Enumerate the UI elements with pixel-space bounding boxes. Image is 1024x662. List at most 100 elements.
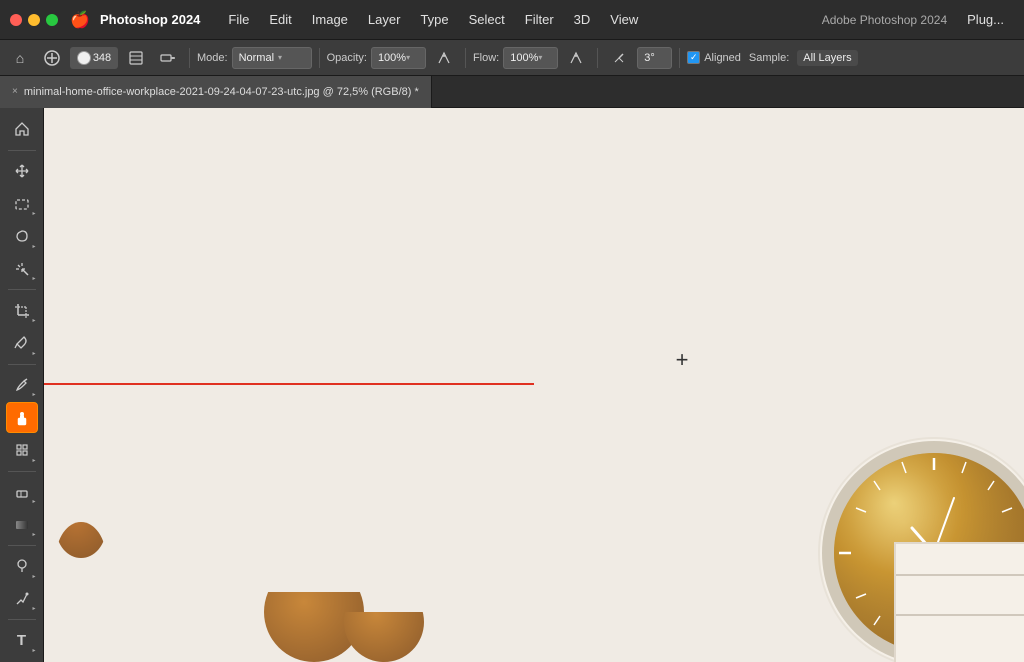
toolbar-separator-0 — [8, 150, 36, 151]
text-tool-icon: T — [17, 632, 26, 649]
flow-arrow-icon: ▾ — [538, 53, 542, 62]
aligned-label: Aligned — [704, 52, 741, 64]
flow-label: Flow: — [473, 52, 499, 64]
document-tab[interactable]: × minimal-home-office-workplace-2021-09-… — [0, 76, 432, 108]
menu-plugins[interactable]: Plug... — [957, 8, 1014, 31]
brush-tool-button[interactable]: ▸ — [6, 370, 38, 401]
sample-label: Sample: — [749, 52, 789, 64]
separator-1 — [189, 48, 190, 68]
shelf-2 — [896, 614, 1024, 616]
opacity-value: 100% — [378, 52, 406, 64]
crosshair-cursor — [672, 350, 692, 370]
toolbar-separator-2 — [8, 364, 36, 365]
apple-logo-icon[interactable]: 🍎 — [70, 10, 90, 30]
brush-settings-icon[interactable] — [122, 44, 150, 72]
cork-dot-left — [56, 498, 106, 558]
airbrush-icon[interactable] — [154, 44, 182, 72]
gradient-tool-button[interactable]: ▸ — [6, 509, 38, 540]
menu-bar: 🍎 Photoshop 2024 File Edit Image Layer T… — [0, 0, 1024, 40]
menu-filter[interactable]: Filter — [515, 8, 564, 31]
angle-value: 3° — [644, 52, 655, 64]
aligned-checkbox[interactable]: ✓ — [687, 51, 700, 64]
separator-5 — [679, 48, 680, 68]
mode-dropdown-arrow-icon: ▾ — [278, 53, 282, 62]
menu-file[interactable]: File — [218, 8, 259, 31]
tool-arrow-icon-9: ▸ — [32, 531, 35, 538]
canvas-image — [44, 108, 1024, 662]
toolbar: ▸ ▸ ▸ — [0, 108, 44, 662]
furniture-sim — [894, 542, 1024, 662]
toolbar-separator-4 — [8, 545, 36, 546]
tab-close-icon[interactable]: × — [12, 86, 18, 97]
brush-size-picker[interactable]: 348 — [70, 47, 118, 69]
tab-bar: × minimal-home-office-workplace-2021-09-… — [0, 76, 1024, 108]
brush-size-value: 348 — [93, 52, 111, 64]
cork-circle-small — [344, 612, 424, 662]
tool-arrow-icon-11: ▸ — [32, 605, 35, 612]
home-button[interactable]: ⌂ — [6, 44, 34, 72]
shelf-1 — [896, 574, 1024, 576]
all-layers-dropdown[interactable]: All Layers — [797, 50, 857, 66]
flow-input[interactable]: 100% ▾ — [503, 47, 558, 69]
close-button[interactable] — [10, 14, 22, 26]
tool-arrow-icon-6: ▸ — [32, 391, 35, 398]
brush-preview — [77, 51, 91, 65]
menu-image[interactable]: Image — [302, 8, 358, 31]
clone-stamp-line — [44, 383, 534, 385]
tool-arrow-icon-5: ▸ — [32, 350, 35, 357]
home-tool-button[interactable] — [6, 114, 38, 145]
separator-2 — [319, 48, 320, 68]
menu-view[interactable]: View — [600, 8, 648, 31]
lasso-tool-button[interactable]: ▸ — [6, 221, 38, 252]
traffic-lights — [10, 14, 58, 26]
tool-arrow-icon-12: ▸ — [32, 647, 35, 654]
clone-stamp-tool-button[interactable] — [6, 402, 38, 433]
tool-arrow-icon-3: ▸ — [32, 275, 35, 282]
menu-edit[interactable]: Edit — [259, 8, 301, 31]
minimize-button[interactable] — [28, 14, 40, 26]
toolbar-separator-3 — [8, 471, 36, 472]
toolbar-separator-1 — [8, 289, 36, 290]
toolbar-separator-5 — [8, 619, 36, 620]
angle-input[interactable]: 3° — [637, 47, 672, 69]
opacity-arrow-icon: ▾ — [406, 53, 410, 62]
checkmark-icon: ✓ — [690, 52, 698, 63]
dodge-tool-button[interactable]: ▸ — [6, 551, 38, 582]
maximize-button[interactable] — [46, 14, 58, 26]
mode-dropdown[interactable]: Normal ▾ — [232, 47, 312, 69]
magic-wand-tool-button[interactable]: ▸ — [6, 254, 38, 285]
tool-arrow-icon: ▸ — [32, 210, 35, 217]
pressure-flow-icon[interactable] — [562, 44, 590, 72]
tool-arrow-icon-8: ▸ — [32, 498, 35, 505]
app-name: Photoshop 2024 — [100, 12, 200, 27]
clone-stamp-options-icon — [38, 44, 66, 72]
separator-3 — [465, 48, 466, 68]
mode-value: Normal — [239, 52, 274, 64]
text-tool-button[interactable]: T ▸ — [6, 625, 38, 656]
opacity-input[interactable]: 100% ▾ — [371, 47, 426, 69]
adobe-ps-label: Adobe Photoshop 2024 — [822, 13, 947, 27]
tool-arrow-icon-4: ▸ — [32, 317, 35, 324]
tab-title: minimal-home-office-workplace-2021-09-24… — [24, 86, 419, 98]
eraser-tool-button[interactable]: ▸ — [6, 477, 38, 508]
canvas-area[interactable] — [44, 108, 1024, 662]
options-bar: ⌂ 348 Mode: Normal ▾ Opacity: 100% ▾ — [0, 40, 1024, 76]
menu-3d[interactable]: 3D — [564, 8, 601, 31]
pressure-opacity-icon[interactable] — [430, 44, 458, 72]
tool-arrow-icon-2: ▸ — [32, 243, 35, 250]
menu-select[interactable]: Select — [459, 8, 515, 31]
marquee-tool-button[interactable]: ▸ — [6, 188, 38, 219]
opacity-label: Opacity: — [327, 52, 367, 64]
separator-4 — [597, 48, 598, 68]
menu-layer[interactable]: Layer — [358, 8, 411, 31]
menu-type[interactable]: Type — [410, 8, 458, 31]
mode-label: Mode: — [197, 52, 228, 64]
pen-tool-button[interactable]: ▸ — [6, 584, 38, 615]
pattern-stamp-tool-button[interactable]: ▸ — [6, 435, 38, 466]
eyedropper-tool-button[interactable]: ▸ — [6, 328, 38, 359]
move-tool-button[interactable] — [6, 156, 38, 187]
crop-tool-button[interactable]: ▸ — [6, 295, 38, 326]
flow-value: 100% — [510, 52, 538, 64]
tool-arrow-icon-10: ▸ — [32, 573, 35, 580]
tool-arrow-icon-7: ▸ — [32, 457, 35, 464]
